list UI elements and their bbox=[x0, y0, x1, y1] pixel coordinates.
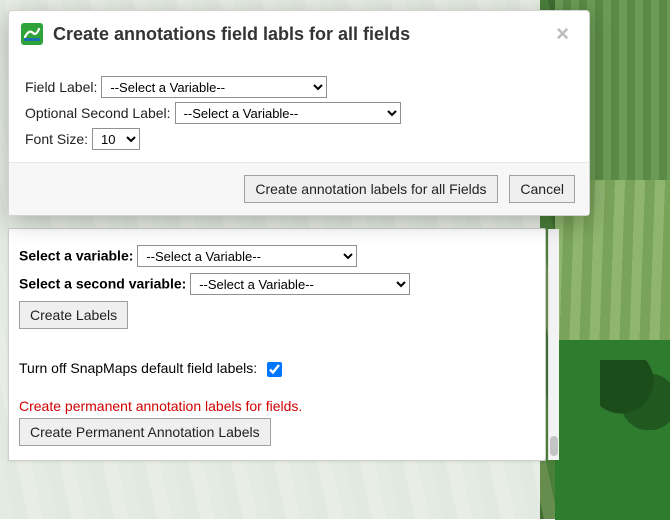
create-labels-row: Create Labels bbox=[19, 301, 535, 329]
modal-footer: Create annotation labels for all Fields … bbox=[9, 162, 589, 215]
font-size-dropdown[interactable]: 10 bbox=[92, 128, 140, 150]
modal-header: Create annotations field labls for all f… bbox=[9, 11, 589, 53]
field-label-label: Field Label: bbox=[25, 79, 97, 95]
create-annotations-modal: Create annotations field labls for all f… bbox=[8, 10, 590, 216]
select-second-variable-row: Select a second variable: --Select a Var… bbox=[19, 273, 535, 295]
turn-off-default-row: Turn off SnapMaps default field labels: bbox=[19, 359, 535, 380]
select-variable-label: Select a variable: bbox=[19, 248, 133, 264]
turn-off-default-checkbox[interactable] bbox=[267, 362, 282, 377]
font-size-row: Font Size: 10 bbox=[25, 128, 573, 150]
close-icon[interactable]: × bbox=[552, 23, 573, 45]
labels-panel: Select a variable: --Select a Variable--… bbox=[8, 228, 546, 461]
map-trees bbox=[600, 360, 670, 430]
select-second-variable-dropdown[interactable]: --Select a Variable-- bbox=[190, 273, 410, 295]
permanent-labels-note: Create permanent annotation labels for f… bbox=[19, 398, 535, 414]
field-label-dropdown[interactable]: --Select a Variable-- bbox=[101, 76, 327, 98]
panel-scrollbar[interactable] bbox=[548, 229, 559, 460]
create-permanent-labels-button[interactable]: Create Permanent Annotation Labels bbox=[19, 418, 271, 446]
font-size-label: Font Size: bbox=[25, 131, 88, 147]
modal-body: Field Label: --Select a Variable-- Optio… bbox=[9, 53, 589, 162]
turn-off-default-label: Turn off SnapMaps default field labels: bbox=[19, 360, 257, 376]
optional-second-label-row: Optional Second Label: --Select a Variab… bbox=[25, 102, 573, 124]
cancel-button[interactable]: Cancel bbox=[509, 175, 575, 203]
select-second-variable-label: Select a second variable: bbox=[19, 276, 186, 292]
select-variable-dropdown[interactable]: --Select a Variable-- bbox=[137, 245, 357, 267]
app-logo-icon bbox=[21, 23, 43, 45]
optional-second-label-dropdown[interactable]: --Select a Variable-- bbox=[175, 102, 401, 124]
optional-second-label-label: Optional Second Label: bbox=[25, 105, 171, 121]
select-variable-row: Select a variable: --Select a Variable-- bbox=[19, 245, 535, 267]
panel-scrollbar-thumb[interactable] bbox=[550, 436, 558, 456]
create-all-fields-button[interactable]: Create annotation labels for all Fields bbox=[244, 175, 497, 203]
create-labels-button[interactable]: Create Labels bbox=[19, 301, 128, 329]
field-label-row: Field Label: --Select a Variable-- bbox=[25, 76, 573, 98]
modal-title: Create annotations field labls for all f… bbox=[53, 24, 552, 45]
